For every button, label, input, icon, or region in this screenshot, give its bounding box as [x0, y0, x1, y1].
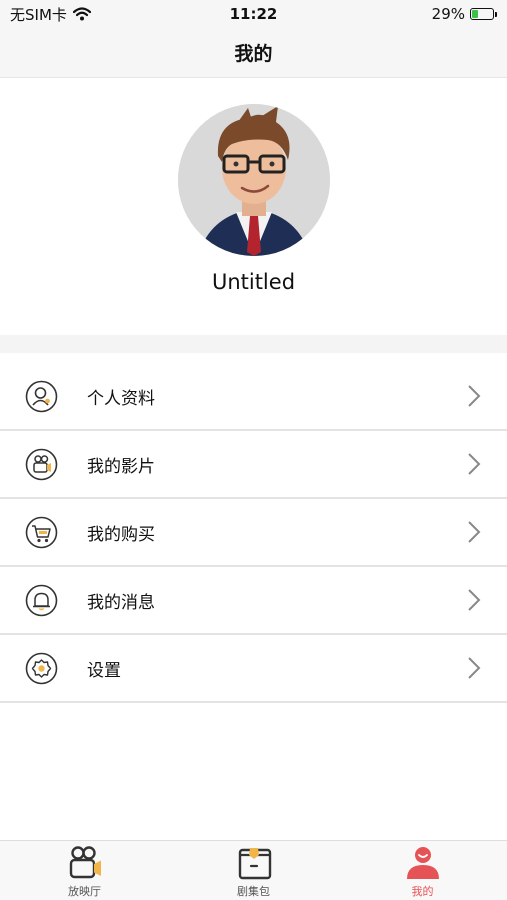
tab-mine[interactable]: 我的	[363, 841, 483, 899]
menu-label-messages: 我的消息	[87, 592, 155, 613]
box-icon	[238, 848, 271, 880]
tab-label-screening-hall: 放映厅	[68, 885, 101, 898]
app-screen: 无SIM卡 11:22 29% 我的 Untitled 个人资料 我的影片 我的…	[0, 0, 507, 900]
chevron-right-icon	[468, 521, 481, 543]
menu-label-my-films: 我的影片	[87, 456, 155, 477]
tab-screening-hall[interactable]: 放映厅	[25, 841, 145, 899]
menu-item-settings[interactable]: 设置	[0, 635, 507, 703]
projector-icon	[69, 846, 101, 879]
profile-icon	[25, 380, 58, 412]
avatar[interactable]	[177, 104, 330, 256]
camera-icon	[25, 448, 58, 480]
chevron-right-icon	[468, 589, 481, 611]
section-divider	[0, 335, 507, 353]
avatar-illustration	[177, 104, 330, 256]
chevron-right-icon	[468, 385, 481, 407]
menu-label-purchases: 我的购买	[87, 524, 155, 545]
carrier-label: 无SIM卡	[10, 5, 67, 24]
status-time: 11:22	[229, 5, 278, 23]
username: Untitled	[211, 270, 296, 294]
battery-icon	[470, 8, 497, 20]
status-left: 无SIM卡	[10, 4, 91, 25]
profile-section: Untitled	[0, 79, 507, 335]
menu-item-profile[interactable]: 个人资料	[0, 363, 507, 431]
menu-item-my-films[interactable]: 我的影片	[0, 431, 507, 499]
chevron-right-icon	[468, 453, 481, 475]
nav-bar: 我的	[0, 28, 507, 78]
chevron-right-icon	[468, 657, 481, 679]
menu-label-settings: 设置	[87, 660, 121, 681]
cart-icon	[25, 516, 58, 548]
wifi-icon	[72, 7, 91, 21]
tab-series-pack[interactable]: 剧集包	[194, 841, 314, 899]
tab-bar: 放映厅 剧集包 我的	[0, 840, 507, 900]
status-right: 29%	[432, 5, 497, 23]
menu-item-messages[interactable]: 我的消息	[0, 567, 507, 635]
menu-list: 个人资料 我的影片 我的购买 我的消息 设置	[0, 363, 507, 703]
page-title: 我的	[234, 43, 273, 65]
battery-percent: 29%	[431, 5, 465, 23]
menu-label-profile: 个人资料	[87, 388, 155, 409]
tab-label-mine: 我的	[411, 885, 434, 898]
bell-icon	[25, 584, 58, 616]
status-bar: 无SIM卡 11:22 29%	[0, 0, 507, 28]
user-icon	[406, 847, 439, 879]
gear-icon	[25, 652, 58, 684]
menu-item-purchases[interactable]: 我的购买	[0, 499, 507, 567]
tab-label-series-pack: 剧集包	[237, 885, 270, 898]
